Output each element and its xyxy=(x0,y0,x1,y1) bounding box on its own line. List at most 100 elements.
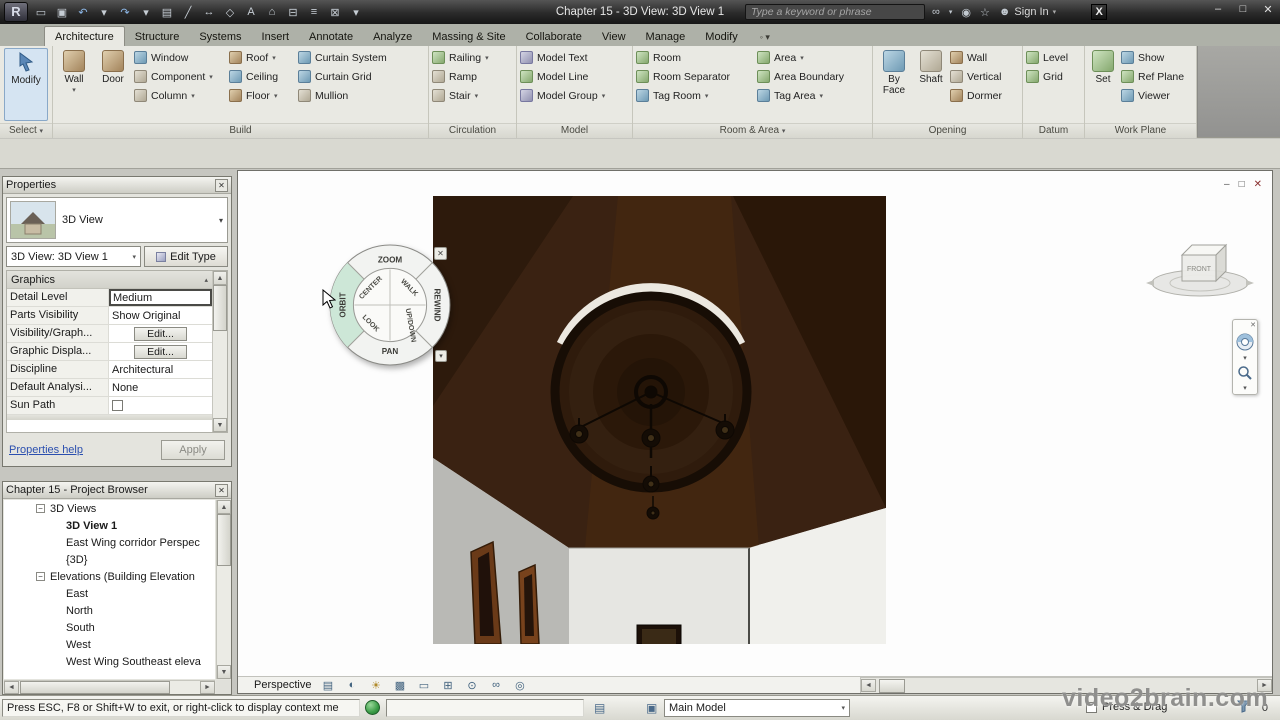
detail-level-icon[interactable]: ▤ xyxy=(320,679,335,692)
tree-node-east[interactable]: East xyxy=(4,585,215,602)
close-button[interactable]: ✕ xyxy=(1260,3,1276,16)
model-line-button[interactable]: Model Line xyxy=(520,67,628,86)
window-button[interactable]: Window xyxy=(134,48,226,67)
grid-button[interactable]: Grid xyxy=(1026,67,1080,86)
properties-header[interactable]: Properties ✕ xyxy=(3,177,231,194)
view-cube-box[interactable]: FRONT xyxy=(1180,243,1228,283)
properties-close-icon[interactable]: ✕ xyxy=(215,178,228,192)
show-crop-region-icon[interactable]: ⊞ xyxy=(440,679,455,692)
scroll-thumb[interactable] xyxy=(879,678,905,693)
tree-node-north[interactable]: North xyxy=(4,602,215,619)
tree-node-default-3d[interactable]: {3D} xyxy=(4,551,215,568)
mullion-button[interactable]: Mullion xyxy=(298,86,400,105)
navbar-caret-icon[interactable]: ▾ xyxy=(1243,384,1247,392)
ramp-button[interactable]: Ramp xyxy=(432,67,512,86)
exchange-apps-icon[interactable]: X xyxy=(1091,4,1108,20)
project-browser-hscrollbar[interactable]: ◄ ► xyxy=(4,680,215,694)
tab-analyze[interactable]: Analyze xyxy=(363,27,422,46)
door-button[interactable]: Door xyxy=(95,48,131,121)
ref-plane-button[interactable]: Ref Plane xyxy=(1121,67,1191,86)
customize-qat-icon[interactable]: ▾ xyxy=(346,6,366,19)
edit-type-button[interactable]: Edit Type xyxy=(144,246,228,267)
print-icon[interactable]: ▤ xyxy=(157,6,177,19)
roof-button[interactable]: Roof ▾ xyxy=(229,48,295,67)
room-separator-button[interactable]: Room Separator xyxy=(636,67,754,86)
scroll-down-icon[interactable]: ▼ xyxy=(213,418,227,432)
tree-node-south[interactable]: South xyxy=(4,619,215,636)
search-dropdown-icon[interactable]: ▾ xyxy=(949,8,953,16)
3d-view-rendering[interactable] xyxy=(433,196,886,644)
favorites-icon[interactable]: ☆ xyxy=(980,6,990,19)
collapse-node-icon[interactable]: − xyxy=(36,572,45,581)
railing-button[interactable]: Railing ▾ xyxy=(432,48,512,67)
floor-button[interactable]: Floor ▾ xyxy=(229,86,295,105)
design-options-icon[interactable]: ▣ xyxy=(646,701,657,715)
properties-scrollbar[interactable]: ▲ ▼ xyxy=(212,271,227,432)
tab-collaborate[interactable]: Collaborate xyxy=(516,27,592,46)
search-input[interactable] xyxy=(745,4,925,20)
panel-label-room-area[interactable]: Room & Area ▾ xyxy=(633,123,872,138)
view-cube-front-face[interactable]: FRONT xyxy=(1187,266,1212,273)
application-menu-button[interactable]: R xyxy=(4,2,28,22)
aligned-dimension-icon[interactable]: ↔ xyxy=(199,6,219,18)
curtain-system-button[interactable]: Curtain System xyxy=(298,48,400,67)
properties-help-link[interactable]: Properties help xyxy=(9,444,83,456)
model-text-button[interactable]: Model Text xyxy=(520,48,628,67)
area-boundary-button[interactable]: Area Boundary xyxy=(757,67,867,86)
by-face-button[interactable]: By Face xyxy=(876,48,912,121)
collapse-node-icon[interactable]: − xyxy=(36,504,45,513)
steering-wheel-tool-icon[interactable] xyxy=(1236,333,1254,351)
crop-view-icon[interactable]: ▭ xyxy=(416,679,431,692)
thin-lines-icon[interactable]: ≡ xyxy=(304,6,324,18)
detail-level-combo[interactable]: Medium xyxy=(109,289,212,306)
tab-systems[interactable]: Systems xyxy=(189,27,251,46)
graphics-section-header[interactable]: Graphics ▴ xyxy=(7,271,212,289)
tab-annotate[interactable]: Annotate xyxy=(299,27,363,46)
view-cube[interactable]: FRONT xyxy=(1144,233,1256,305)
worksets-icon[interactable]: ▤ xyxy=(594,701,605,715)
temporary-hide-isolate-icon[interactable]: ∞ xyxy=(488,679,503,691)
redo-icon[interactable]: ↷ xyxy=(115,6,135,19)
scroll-up-icon[interactable]: ▲ xyxy=(217,500,231,514)
close-hidden-windows-icon[interactable]: ⊠ xyxy=(325,6,345,19)
panel-label-select[interactable]: Select ▾ xyxy=(0,123,52,138)
scroll-left-icon[interactable]: ◄ xyxy=(4,681,19,694)
design-options-combo[interactable]: Main Model ▾ xyxy=(664,699,850,717)
text-icon[interactable]: A xyxy=(241,6,261,18)
section-icon[interactable]: ⊟ xyxy=(283,6,303,19)
vertical-button[interactable]: Vertical xyxy=(950,67,1018,86)
ceiling-button[interactable]: Ceiling xyxy=(229,67,295,86)
wheel-close-icon[interactable]: ✕ xyxy=(434,247,447,260)
measure-icon[interactable]: ╱ xyxy=(178,6,198,19)
scroll-thumb[interactable] xyxy=(217,514,231,566)
project-browser-header[interactable]: Chapter 15 - Project Browser ✕ xyxy=(3,482,231,499)
view-minimize-icon[interactable]: – xyxy=(1224,179,1230,190)
minimize-button[interactable]: – xyxy=(1210,3,1226,16)
view-scale-label[interactable]: Perspective xyxy=(254,679,311,691)
steering-wheel[interactable]: ZOOM REWIND PAN ORBIT CENTER WALK LOOK U… xyxy=(327,242,453,368)
navbar-caret-icon[interactable]: ▾ xyxy=(1243,354,1247,362)
column-button[interactable]: Column ▾ xyxy=(134,86,226,105)
tag-area-button[interactable]: Tag Area ▾ xyxy=(757,86,867,105)
apply-button[interactable]: Apply xyxy=(161,440,225,460)
type-selector[interactable]: 3D View ▾ xyxy=(6,197,228,243)
tree-node-west[interactable]: West xyxy=(4,636,215,653)
tree-node-west-wing-southeast[interactable]: West Wing Southeast eleva xyxy=(4,653,215,670)
graphic-display-edit-button[interactable]: Edit... xyxy=(134,344,187,359)
wheel-orbit-tool[interactable]: ORBIT xyxy=(338,292,347,317)
scroll-thumb[interactable] xyxy=(213,285,227,331)
opening-wall-button[interactable]: Wall xyxy=(950,48,1018,67)
level-button[interactable]: Level xyxy=(1026,48,1080,67)
open-icon[interactable]: ▭ xyxy=(31,6,51,19)
stair-button[interactable]: Stair ▾ xyxy=(432,86,512,105)
tab-structure[interactable]: Structure xyxy=(125,27,190,46)
shaft-button[interactable]: Shaft xyxy=(915,48,947,121)
maximize-button[interactable]: □ xyxy=(1235,3,1251,16)
wheel-zoom-tool[interactable]: ZOOM xyxy=(378,255,403,264)
lock-view-icon[interactable]: ⊙ xyxy=(464,679,479,692)
undo-icon[interactable]: ↶ xyxy=(73,6,93,19)
search-binoculars-icon[interactable]: ∞ xyxy=(932,6,940,18)
tab-architecture[interactable]: Architecture xyxy=(44,26,125,46)
wheel-menu-icon[interactable]: ▾ xyxy=(435,350,447,362)
show-work-plane-button[interactable]: Show xyxy=(1121,48,1191,67)
